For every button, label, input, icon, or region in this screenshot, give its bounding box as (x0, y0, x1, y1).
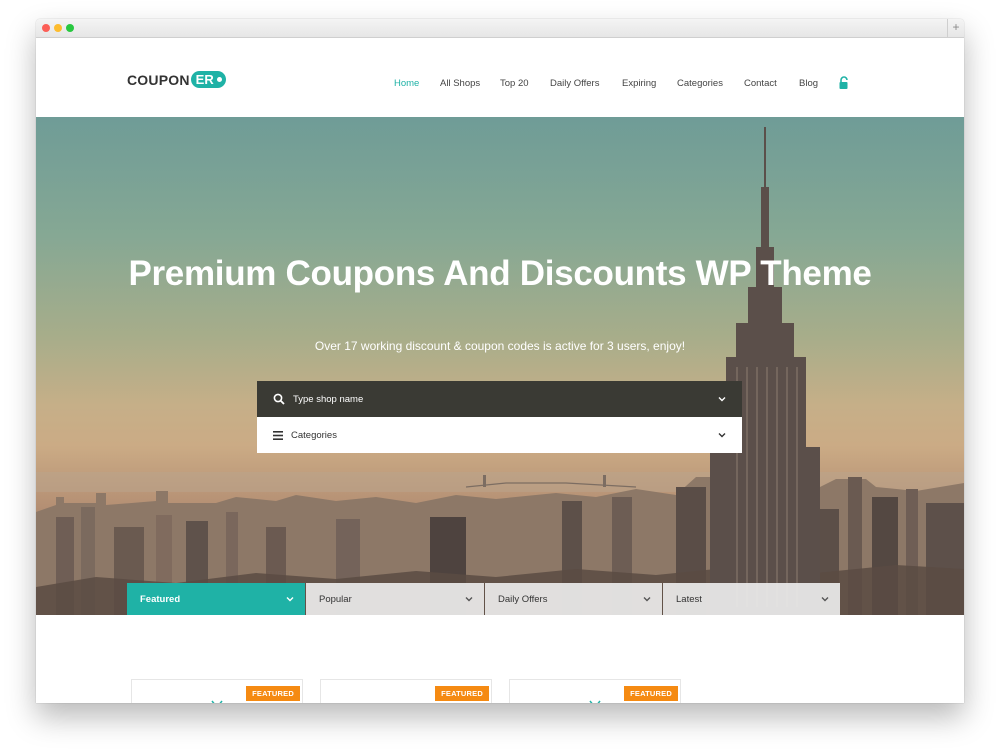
tab-daily-offers[interactable]: Daily Offers (485, 583, 662, 615)
tv-icon (211, 700, 223, 703)
logo-text: COUPON (127, 71, 190, 88)
shop-search-input[interactable]: Type shop name (257, 381, 742, 417)
new-tab-button[interactable]: + (947, 19, 964, 37)
nav-top-20[interactable]: Top 20 (500, 78, 529, 89)
tv-icon (589, 700, 601, 703)
chevron-down-icon (465, 597, 473, 602)
tab-label: Popular (319, 593, 352, 605)
tab-label: Featured (140, 593, 181, 605)
chevron-down-icon (821, 597, 829, 602)
categories-select[interactable]: Categories (257, 417, 742, 453)
site-logo[interactable]: COUPON ER (127, 71, 226, 88)
unlock-icon[interactable] (838, 76, 850, 90)
search-placeholder: Type shop name (293, 393, 364, 405)
chevron-down-icon (286, 597, 294, 602)
coupon-card[interactable]: FEATURED (509, 679, 681, 703)
tab-label: Latest (676, 593, 702, 605)
hero-title: Premium Coupons And Discounts WP Theme (128, 254, 872, 293)
hero-subtitle: Over 17 working discount & coupon codes … (314, 339, 686, 353)
nav-contact[interactable]: Contact (744, 78, 777, 89)
chevron-down-icon[interactable] (718, 396, 726, 402)
coupon-card-list: FEATURED FEATURED FEATURED (36, 615, 964, 703)
featured-badge: FEATURED (246, 686, 300, 701)
nav-home[interactable]: Home (394, 78, 419, 89)
site-header: COUPON ER Home All Shops Top 20 Daily Of… (36, 38, 964, 117)
tab-featured[interactable]: Featured (127, 583, 305, 615)
tab-latest[interactable]: Latest (663, 583, 840, 615)
megaphone-icon (391, 700, 421, 703)
featured-badge: FEATURED (435, 686, 489, 701)
nav-daily-offers[interactable]: Daily Offers (550, 78, 599, 89)
logo-accent: ER (190, 71, 226, 88)
logo-dot (216, 77, 222, 82)
chevron-down-icon[interactable] (718, 432, 726, 438)
featured-badge: FEATURED (624, 686, 678, 701)
chevron-down-icon (643, 597, 651, 602)
menu-icon (273, 430, 283, 440)
nav-all-shops[interactable]: All Shops (440, 78, 480, 89)
coupon-card[interactable]: FEATURED (131, 679, 303, 703)
browser-window: + COUPON ER Home All Shops Top 20 Daily … (36, 19, 964, 703)
nav-categories[interactable]: Categories (677, 78, 723, 89)
tab-popular[interactable]: Popular (306, 583, 484, 615)
coupon-card[interactable]: FEATURED (320, 679, 492, 703)
browser-titlebar: + (36, 19, 964, 38)
categories-label: Categories (291, 429, 337, 441)
maximize-window-button[interactable] (66, 24, 74, 32)
tab-label: Daily Offers (498, 593, 548, 605)
nav-expiring[interactable]: Expiring (622, 78, 656, 89)
minimize-window-button[interactable] (54, 24, 62, 32)
search-icon (273, 393, 285, 405)
city-skyline-background (36, 127, 964, 615)
logo-accent-text: ER (195, 72, 214, 87)
close-window-button[interactable] (42, 24, 50, 32)
hero-section: Premium Coupons And Discounts WP Theme O… (36, 117, 964, 615)
nav-blog[interactable]: Blog (799, 78, 818, 89)
